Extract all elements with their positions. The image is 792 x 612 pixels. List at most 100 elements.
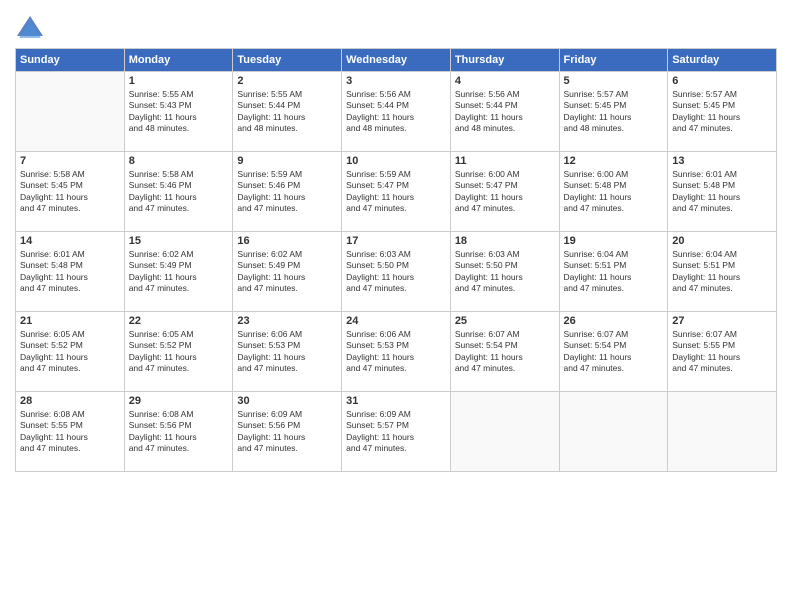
day-number: 9 (237, 155, 337, 167)
day-number: 3 (346, 75, 446, 87)
day-info: Sunrise: 6:06 AM Sunset: 5:53 PM Dayligh… (237, 329, 337, 375)
day-number: 24 (346, 315, 446, 327)
day-number: 12 (564, 155, 664, 167)
calendar-cell: 31Sunrise: 6:09 AM Sunset: 5:57 PM Dayli… (342, 392, 451, 472)
col-header-wednesday: Wednesday (342, 49, 451, 72)
day-info: Sunrise: 6:04 AM Sunset: 5:51 PM Dayligh… (672, 249, 772, 295)
day-info: Sunrise: 5:55 AM Sunset: 5:43 PM Dayligh… (129, 89, 229, 135)
day-number: 11 (455, 155, 555, 167)
col-header-saturday: Saturday (668, 49, 777, 72)
day-info: Sunrise: 5:57 AM Sunset: 5:45 PM Dayligh… (564, 89, 664, 135)
calendar-cell: 19Sunrise: 6:04 AM Sunset: 5:51 PM Dayli… (559, 232, 668, 312)
day-number: 1 (129, 75, 229, 87)
day-info: Sunrise: 6:05 AM Sunset: 5:52 PM Dayligh… (129, 329, 229, 375)
day-number: 29 (129, 395, 229, 407)
calendar-page: SundayMondayTuesdayWednesdayThursdayFrid… (0, 0, 792, 612)
day-number: 16 (237, 235, 337, 247)
day-number: 28 (20, 395, 120, 407)
calendar-cell: 2Sunrise: 5:55 AM Sunset: 5:44 PM Daylig… (233, 72, 342, 152)
calendar-cell: 9 Sunrise: 5:59 AM Sunset: 5:46 PM Daylig… (233, 152, 342, 232)
day-number: 15 (129, 235, 229, 247)
logo-icon (15, 14, 45, 44)
calendar-cell: 6 Sunrise: 5:57 AM Sunset: 5:45 PM Daylig… (668, 72, 777, 152)
day-number: 27 (672, 315, 772, 327)
day-info: Sunrise: 5:55 AM Sunset: 5:44 PM Dayligh… (237, 89, 337, 135)
calendar-cell: 20 Sunrise: 6:04 AM Sunset: 5:51 PM Dayli… (668, 232, 777, 312)
header (15, 10, 777, 44)
calendar-cell: 3 Sunrise: 5:56 AM Sunset: 5:44 PM Daylig… (342, 72, 451, 152)
header-row: SundayMondayTuesdayWednesdayThursdayFrid… (16, 49, 777, 72)
day-number: 20 (672, 235, 772, 247)
week-row-1: 1 Sunrise: 5:55 AM Sunset: 5:43 PM Daylig… (16, 72, 777, 152)
day-info: Sunrise: 5:58 AM Sunset: 5:46 PM Dayligh… (129, 169, 229, 215)
day-info: Sunrise: 6:03 AM Sunset: 5:50 PM Dayligh… (455, 249, 555, 295)
day-number: 14 (20, 235, 120, 247)
calendar-cell: 7Sunrise: 5:58 AM Sunset: 5:45 PM Daylig… (16, 152, 125, 232)
day-number: 30 (237, 395, 337, 407)
day-number: 31 (346, 395, 446, 407)
calendar-cell: 11 Sunrise: 6:00 AM Sunset: 5:47 PM Dayli… (450, 152, 559, 232)
day-info: Sunrise: 5:59 AM Sunset: 5:47 PM Dayligh… (346, 169, 446, 215)
day-info: Sunrise: 6:08 AM Sunset: 5:55 PM Dayligh… (20, 409, 120, 455)
week-row-4: 21Sunrise: 6:05 AM Sunset: 5:52 PM Dayli… (16, 312, 777, 392)
calendar-cell: 16 Sunrise: 6:02 AM Sunset: 5:49 PM Dayli… (233, 232, 342, 312)
calendar-cell (16, 72, 125, 152)
col-header-thursday: Thursday (450, 49, 559, 72)
logo (15, 14, 49, 44)
calendar-cell: 10 Sunrise: 5:59 AM Sunset: 5:47 PM Dayli… (342, 152, 451, 232)
calendar-cell: 25 Sunrise: 6:07 AM Sunset: 5:54 PM Dayli… (450, 312, 559, 392)
calendar-cell: 29 Sunrise: 6:08 AM Sunset: 5:56 PM Dayli… (124, 392, 233, 472)
day-info: Sunrise: 6:09 AM Sunset: 5:56 PM Dayligh… (237, 409, 337, 455)
day-number: 8 (129, 155, 229, 167)
day-number: 4 (455, 75, 555, 87)
col-header-sunday: Sunday (16, 49, 125, 72)
day-info: Sunrise: 6:00 AM Sunset: 5:48 PM Dayligh… (564, 169, 664, 215)
calendar-cell: 4 Sunrise: 5:56 AM Sunset: 5:44 PM Daylig… (450, 72, 559, 152)
day-number: 23 (237, 315, 337, 327)
col-header-monday: Monday (124, 49, 233, 72)
day-number: 25 (455, 315, 555, 327)
calendar-table: SundayMondayTuesdayWednesdayThursdayFrid… (15, 48, 777, 472)
week-row-5: 28 Sunrise: 6:08 AM Sunset: 5:55 PM Dayli… (16, 392, 777, 472)
week-row-3: 14 Sunrise: 6:01 AM Sunset: 5:48 PM Dayli… (16, 232, 777, 312)
day-info: Sunrise: 6:00 AM Sunset: 5:47 PM Dayligh… (455, 169, 555, 215)
day-number: 18 (455, 235, 555, 247)
day-info: Sunrise: 6:01 AM Sunset: 5:48 PM Dayligh… (672, 169, 772, 215)
calendar-cell: 13Sunrise: 6:01 AM Sunset: 5:48 PM Dayli… (668, 152, 777, 232)
day-info: Sunrise: 6:07 AM Sunset: 5:54 PM Dayligh… (564, 329, 664, 375)
calendar-cell: 27 Sunrise: 6:07 AM Sunset: 5:55 PM Dayli… (668, 312, 777, 392)
calendar-cell: 26 Sunrise: 6:07 AM Sunset: 5:54 PM Dayli… (559, 312, 668, 392)
day-number: 10 (346, 155, 446, 167)
day-info: Sunrise: 6:07 AM Sunset: 5:55 PM Dayligh… (672, 329, 772, 375)
day-info: Sunrise: 6:05 AM Sunset: 5:52 PM Dayligh… (20, 329, 120, 375)
day-info: Sunrise: 5:56 AM Sunset: 5:44 PM Dayligh… (346, 89, 446, 135)
calendar-cell (450, 392, 559, 472)
calendar-cell: 15 Sunrise: 6:02 AM Sunset: 5:49 PM Dayli… (124, 232, 233, 312)
day-info: Sunrise: 5:59 AM Sunset: 5:46 PM Dayligh… (237, 169, 337, 215)
calendar-cell: 12 Sunrise: 6:00 AM Sunset: 5:48 PM Dayli… (559, 152, 668, 232)
col-header-tuesday: Tuesday (233, 49, 342, 72)
calendar-cell: 28 Sunrise: 6:08 AM Sunset: 5:55 PM Dayli… (16, 392, 125, 472)
day-info: Sunrise: 6:08 AM Sunset: 5:56 PM Dayligh… (129, 409, 229, 455)
day-number: 6 (672, 75, 772, 87)
calendar-cell: 1 Sunrise: 5:55 AM Sunset: 5:43 PM Daylig… (124, 72, 233, 152)
day-number: 17 (346, 235, 446, 247)
day-number: 22 (129, 315, 229, 327)
calendar-cell (559, 392, 668, 472)
calendar-cell (668, 392, 777, 472)
calendar-cell: 14 Sunrise: 6:01 AM Sunset: 5:48 PM Dayli… (16, 232, 125, 312)
calendar-cell: 23 Sunrise: 6:06 AM Sunset: 5:53 PM Dayli… (233, 312, 342, 392)
day-info: Sunrise: 6:02 AM Sunset: 5:49 PM Dayligh… (237, 249, 337, 295)
day-info: Sunrise: 5:56 AM Sunset: 5:44 PM Dayligh… (455, 89, 555, 135)
day-info: Sunrise: 6:07 AM Sunset: 5:54 PM Dayligh… (455, 329, 555, 375)
calendar-cell: 5 Sunrise: 5:57 AM Sunset: 5:45 PM Daylig… (559, 72, 668, 152)
day-info: Sunrise: 6:01 AM Sunset: 5:48 PM Dayligh… (20, 249, 120, 295)
calendar-cell: 18 Sunrise: 6:03 AM Sunset: 5:50 PM Dayli… (450, 232, 559, 312)
col-header-friday: Friday (559, 49, 668, 72)
day-number: 5 (564, 75, 664, 87)
day-number: 26 (564, 315, 664, 327)
day-info: Sunrise: 6:02 AM Sunset: 5:49 PM Dayligh… (129, 249, 229, 295)
calendar-cell: 24Sunrise: 6:06 AM Sunset: 5:53 PM Dayli… (342, 312, 451, 392)
day-info: Sunrise: 5:57 AM Sunset: 5:45 PM Dayligh… (672, 89, 772, 135)
calendar-cell: 17Sunrise: 6:03 AM Sunset: 5:50 PM Dayli… (342, 232, 451, 312)
